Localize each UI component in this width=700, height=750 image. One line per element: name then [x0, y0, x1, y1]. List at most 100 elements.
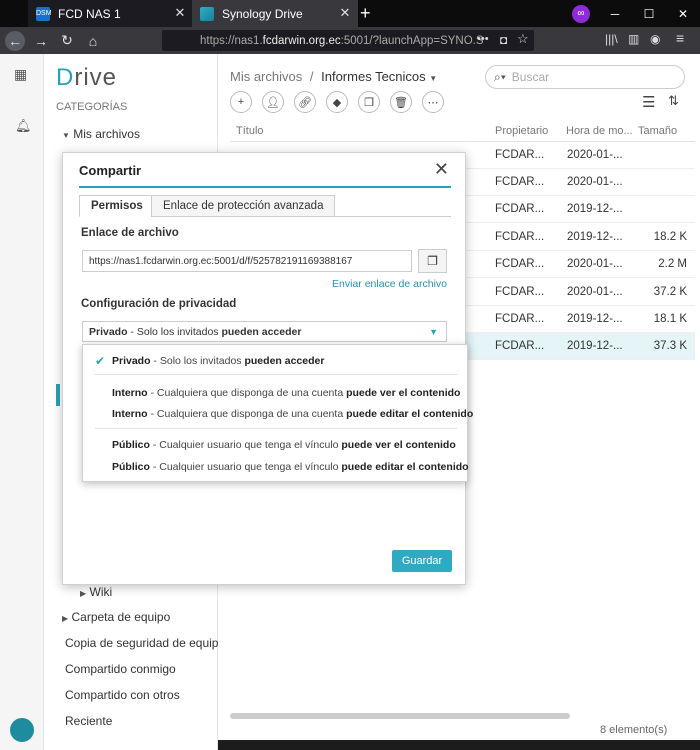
- sort-icon[interactable]: ⇅: [668, 93, 679, 109]
- option-publico-ver[interactable]: Público - Cualquier usuario que tenga el…: [112, 439, 456, 451]
- window-controls: ∞ ─ ☐ ✕: [564, 0, 700, 27]
- sidebar-item-reciente[interactable]: Reciente: [65, 714, 112, 728]
- copy-button[interactable]: ❐: [358, 91, 380, 113]
- file-link-field[interactable]: https://nas1.fcdarwin.org.ec:5001/d/f/52…: [82, 250, 412, 272]
- sidebar-item-copia-seguridad[interactable]: Copia de seguridad de equipo: [65, 636, 225, 650]
- sidebar-item-wiki[interactable]: ▶ Wiki: [80, 585, 112, 599]
- private-browsing-icon: ∞: [564, 4, 598, 23]
- sidebar-item-compartido-otros[interactable]: Compartido con otros: [65, 688, 180, 702]
- browser-tab-synology-drive[interactable]: Synology Drive ✕: [192, 0, 358, 27]
- expand-icon: ▶: [80, 589, 87, 598]
- expand-icon: ▼: [62, 131, 70, 140]
- url-rest: :5001/?launchApp=SYNO.S: [340, 34, 484, 47]
- library-icon[interactable]: |||\: [605, 32, 618, 46]
- option-publico-editar[interactable]: Público - Cualquier usuario que tenga el…: [112, 461, 469, 473]
- send-link-button[interactable]: Enviar enlace de archivo: [332, 278, 447, 290]
- more-icon: ⋯: [427, 96, 439, 109]
- breadcrumb-parent[interactable]: Mis archivos: [230, 69, 302, 84]
- reload-icon[interactable]: ↻: [54, 32, 80, 49]
- column-tamano[interactable]: Tamaño: [638, 125, 677, 137]
- privacy-level: Privado: [89, 326, 128, 338]
- link-icon: 🔗︎: [298, 96, 312, 109]
- more-button[interactable]: ⋯: [422, 91, 444, 113]
- tag-icon: ◆: [332, 96, 342, 109]
- categories-label: CATEGORÍAS: [56, 101, 128, 113]
- apps-grid-icon[interactable]: ▦: [14, 66, 27, 83]
- browser-tab-fcd-nas[interactable]: DSM FCD NAS 1 ✕: [28, 0, 193, 27]
- separator: [95, 428, 457, 429]
- drive-status-icon[interactable]: [10, 718, 34, 742]
- expand-icon: ▶: [62, 614, 69, 623]
- option-interno-editar[interactable]: Interno - Cualquiera que disponga de una…: [112, 408, 473, 420]
- tab-enlace-proteccion[interactable]: Enlace de protección avanzada: [151, 195, 336, 217]
- save-button[interactable]: Guardar: [392, 550, 452, 572]
- option-privado[interactable]: Privado - Solo los invitados pueden acce…: [112, 355, 324, 367]
- new-tab-icon[interactable]: +: [360, 3, 371, 24]
- close-tab-icon[interactable]: ✕: [173, 6, 187, 20]
- account-icon[interactable]: ◉: [650, 32, 660, 46]
- sidebar-item-compartido-conmigo[interactable]: Compartido conmigo: [65, 662, 176, 676]
- forward-icon[interactable]: →: [28, 33, 54, 49]
- sidebar-item-carpeta-equipo[interactable]: ▶ Carpeta de equipo: [62, 610, 170, 624]
- breadcrumb: Mis archivos / Informes Tecnicos ▼: [230, 69, 437, 84]
- url-prefix: https://nas1.: [200, 34, 263, 47]
- title-underline: [79, 186, 451, 188]
- link-button[interactable]: 🔗︎: [294, 91, 316, 113]
- add-user-icon: 👤︎: [266, 96, 280, 109]
- chevron-down-icon[interactable]: ▼: [429, 74, 437, 83]
- create-button[interactable]: +: [230, 91, 252, 113]
- copy-link-button[interactable]: ❐: [418, 249, 447, 273]
- privacy-desc: - Solo los invitados: [127, 326, 222, 338]
- sidebar-item-label: Carpeta de equipo: [71, 610, 171, 624]
- menu-icon[interactable]: ≡: [676, 30, 684, 46]
- share-user-button[interactable]: 👤︎: [262, 91, 284, 113]
- notification-bell-icon[interactable]: 🔔︎: [15, 118, 32, 134]
- breadcrumb-current[interactable]: Informes Tecnicos: [321, 69, 426, 84]
- close-window-icon[interactable]: ✕: [666, 7, 700, 21]
- close-icon[interactable]: ✕: [434, 159, 449, 180]
- label-button[interactable]: ◆: [326, 91, 348, 113]
- table-header: Título Propietario Hora de mo... Tamaño: [230, 120, 695, 142]
- sidebar-item-label: Mis archivos: [73, 127, 140, 141]
- column-titulo[interactable]: Título: [236, 125, 264, 137]
- close-tab-icon[interactable]: ✕: [338, 6, 352, 20]
- search-input[interactable]: ⌕▾ Buscar: [485, 65, 685, 89]
- sidebar-item-label: Wiki: [89, 585, 113, 599]
- url-host: fcdarwin.org.ec: [262, 34, 341, 47]
- bookmark-star-icon[interactable]: ☆: [517, 31, 529, 47]
- search-placeholder: Buscar: [511, 70, 550, 84]
- page-actions-icon[interactable]: •••: [477, 33, 489, 45]
- sidebar-item-mis-archivos[interactable]: ▼ Mis archivos: [62, 127, 140, 141]
- horizontal-scrollbar[interactable]: [230, 713, 570, 719]
- link-section-title: Enlace de archivo: [81, 227, 179, 239]
- trash-icon: 🗑︎: [394, 96, 408, 109]
- pocket-icon[interactable]: ◘: [500, 33, 507, 47]
- selection-marker: [56, 384, 60, 406]
- privacy-section-title: Configuración de privacidad: [81, 298, 237, 310]
- privacy-dropdown: ✔ Privado - Solo los invitados pueden ac…: [82, 344, 473, 482]
- plus-icon: +: [237, 96, 245, 108]
- sidebar-toggle-icon[interactable]: ▥: [628, 32, 639, 46]
- copy-icon: ❐: [364, 96, 374, 109]
- maximize-icon[interactable]: ☐: [632, 7, 666, 21]
- column-hora[interactable]: Hora de mo...: [566, 125, 633, 137]
- tab-label: FCD NAS 1: [58, 6, 121, 21]
- privacy-select[interactable]: Privado - Solo los invitados pueden acce…: [82, 321, 447, 342]
- dialog-title: Compartir: [79, 163, 142, 178]
- copy-icon: ❐: [427, 254, 438, 268]
- os-taskbar: [218, 740, 700, 750]
- minimize-icon[interactable]: ─: [598, 7, 632, 21]
- back-icon[interactable]: ←: [2, 30, 28, 51]
- search-icon: ⌕▾: [494, 69, 506, 84]
- column-propietario[interactable]: Propietario: [495, 125, 548, 137]
- tab-label: Synology Drive: [222, 6, 303, 21]
- option-interno-ver[interactable]: Interno - Cualquiera que disponga de una…: [112, 387, 460, 399]
- separator: [95, 374, 457, 375]
- dialog-tabs: Permisos Enlace de protección avanzada: [79, 195, 451, 217]
- drive-logo: Drive: [56, 64, 118, 91]
- list-view-icon[interactable]: ☰: [642, 93, 655, 111]
- tab-permisos[interactable]: Permisos: [79, 195, 155, 217]
- app-rail: ▦ 🔔︎: [0, 54, 44, 750]
- home-icon[interactable]: ⌂: [80, 33, 106, 49]
- delete-button[interactable]: 🗑︎: [390, 91, 412, 113]
